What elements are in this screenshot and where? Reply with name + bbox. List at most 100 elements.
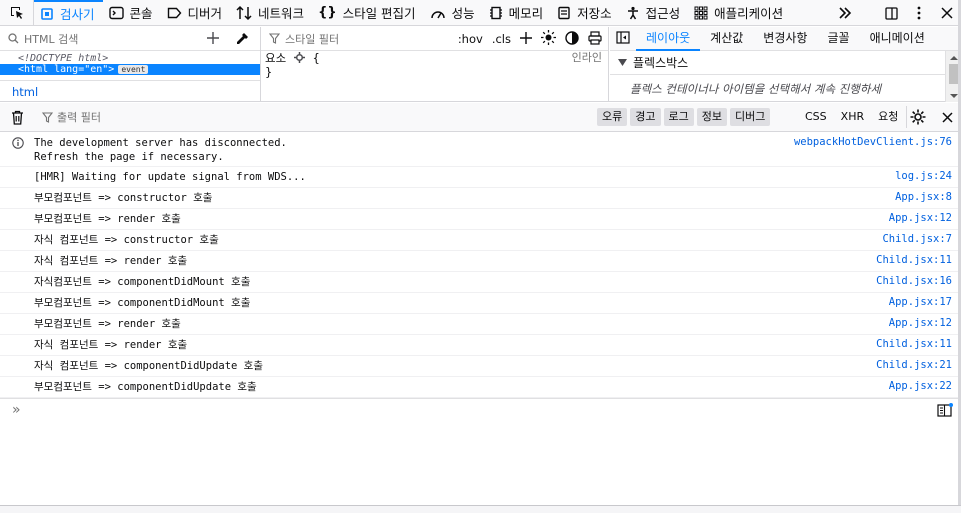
layout-sidebar: 레이아웃 계산값 변경사항 글꼴 애니메이션 플렉스박스 플렉스 컨테이너나 아… — [610, 27, 961, 102]
message-location-link[interactable]: App.jsx:12 — [889, 212, 952, 224]
tab-label: 콘솔 — [129, 6, 153, 21]
filter-debug-button[interactable]: 디버그 — [730, 108, 771, 126]
rule-close-brace: } — [265, 65, 273, 79]
element-rule[interactable]: 요소 { 인라인 — [261, 51, 608, 65]
tab-inspector[interactable]: 검사기 — [34, 0, 103, 26]
add-rule-button[interactable] — [520, 31, 532, 47]
html-search-row: HTML 검색 — [0, 27, 260, 51]
filter-xhr-button[interactable]: XHR — [835, 108, 870, 126]
editor-mode-button[interactable] — [937, 403, 953, 420]
message-text: 부모컴포넌트 => componentDidUpdate 호출 — [34, 381, 257, 393]
message-location-link[interactable]: Child.jsx:11 — [876, 254, 952, 266]
flexbox-section-title: 플렉스박스 — [633, 56, 689, 70]
filter-errors-button[interactable]: 오류 — [597, 108, 628, 126]
message-location-link[interactable]: App.jsx:12 — [889, 317, 952, 329]
message-text: 부모컴포넌트 => constructor 호출 — [34, 192, 213, 204]
message-location-link[interactable]: Child.jsx:21 — [876, 359, 952, 371]
style-editor-icon: {} — [318, 5, 337, 20]
console-settings-button[interactable] — [906, 106, 928, 128]
filter-css-button[interactable]: CSS — [799, 108, 833, 126]
tab-fonts[interactable]: 글꼴 — [817, 27, 859, 51]
clear-console-button[interactable] — [0, 110, 34, 125]
tab-label: 스타일 편집기 — [342, 6, 416, 21]
markup-view: HTML 검색 <!DOCTYPE html> <html lang="en">… — [0, 27, 261, 102]
filter-requests-button[interactable]: 요청 — [872, 108, 904, 126]
contrast-icon — [565, 30, 579, 45]
tab-storage[interactable]: 저장소 — [551, 0, 620, 26]
add-node-button[interactable] — [207, 29, 219, 49]
message-location-link[interactable]: App.jsx:22 — [889, 380, 952, 392]
eyedropper-icon — [237, 33, 248, 44]
console-message: [HMR] Waiting for update signal from WDS… — [0, 167, 961, 188]
element-picker-button[interactable] — [0, 0, 34, 26]
console-filter[interactable]: 출력 필터 — [42, 109, 101, 125]
close-split-console-button[interactable] — [937, 107, 957, 127]
tab-label: 성능 — [451, 6, 475, 21]
dock-icon — [884, 6, 898, 20]
triangle-down-icon — [618, 59, 627, 66]
message-location-link[interactable]: App.jsx:17 — [889, 296, 952, 308]
tab-computed[interactable]: 계산값 — [700, 27, 753, 51]
scrollbar-thumb[interactable] — [949, 64, 958, 84]
rules-filter-input[interactable]: 스타일 필터 — [285, 31, 339, 47]
filter-logs-button[interactable]: 로그 — [663, 108, 694, 126]
element-picker-icon — [10, 6, 23, 19]
tab-memory[interactable]: 메모리 — [483, 0, 552, 26]
toggle-sidebar-button[interactable] — [610, 30, 636, 47]
html-node[interactable]: <html lang="en"> event — [0, 64, 260, 75]
breadcrumb-item-html[interactable]: html — [12, 85, 38, 99]
html-search-input[interactable]: HTML 검색 — [24, 31, 78, 47]
debugger-icon — [167, 7, 181, 18]
console-input-row[interactable]: » — [0, 398, 961, 422]
overflow-tabs-button[interactable] — [831, 0, 859, 26]
flexbox-empty-message: 플렉스 컨테이너나 아이템을 선택해서 계속 진행하세 — [630, 82, 882, 96]
message-text: 부모컴포넌트 => componentDidMount 호출 — [34, 297, 251, 309]
event-badge[interactable]: event — [118, 65, 149, 74]
network-icon — [236, 5, 252, 20]
message-location-link[interactable]: log.js:24 — [895, 170, 952, 182]
editor-mode-icon — [937, 403, 953, 417]
message-location-link[interactable]: App.jsx:8 — [895, 191, 952, 203]
message-text: 자식 컴포넌트 => render 호출 — [34, 255, 188, 267]
dark-theme-button[interactable] — [565, 30, 579, 48]
tab-accessibility[interactable]: 접근성 — [620, 0, 689, 26]
tab-debugger[interactable]: 디버거 — [161, 0, 231, 26]
performance-icon — [430, 10, 445, 18]
console-message: 부모컴포넌트 => componentDidMount 호출 App.jsx:1… — [0, 293, 961, 314]
doctype-node[interactable]: <!DOCTYPE html> — [0, 53, 260, 64]
filter-info-button[interactable]: 정보 — [696, 108, 727, 126]
flexbox-section-header[interactable]: 플렉스박스 — [610, 51, 961, 75]
tab-label: 접근성 — [645, 6, 681, 21]
filter-warnings-button[interactable]: 경고 — [630, 108, 661, 126]
tab-changes[interactable]: 변경사항 — [753, 27, 817, 51]
rule-source[interactable]: 인라인 — [572, 51, 602, 65]
print-simulation-button[interactable] — [588, 30, 602, 48]
tab-console[interactable]: 콘솔 — [103, 0, 161, 26]
light-theme-button[interactable] — [541, 30, 556, 48]
message-location-link[interactable]: Child.jsx:7 — [882, 233, 952, 245]
tab-application[interactable]: 애플리케이션 — [688, 0, 791, 26]
ellipsis-icon — [917, 6, 921, 20]
close-devtools-button[interactable] — [933, 0, 961, 26]
sun-icon — [541, 30, 556, 45]
eyedropper-button[interactable] — [235, 32, 249, 49]
message-location-link[interactable]: Child.jsx:16 — [876, 275, 952, 287]
dock-button[interactable] — [877, 0, 905, 26]
more-options-button[interactable] — [905, 0, 933, 26]
tab-layout[interactable]: 레이아웃 — [636, 27, 701, 51]
message-location-link[interactable]: Child.jsx:11 — [876, 338, 952, 350]
tab-network[interactable]: 네트워크 — [230, 0, 312, 26]
tab-style-editor[interactable]: {} 스타일 편집기 — [312, 0, 424, 26]
cls-button[interactable]: .cls — [492, 32, 511, 46]
message-text: 자식 컴포넌트 => componentDidUpdate 호출 — [34, 360, 263, 372]
tab-animations[interactable]: 애니메이션 — [860, 27, 935, 51]
tab-performance[interactable]: 성능 — [424, 0, 483, 26]
message-location-link[interactable]: webpackHotDevClient.js:76 — [794, 136, 952, 148]
tab-label: 디버거 — [187, 6, 223, 21]
console-message: 부모컴포넌트 => render 호출 App.jsx:12 — [0, 209, 961, 230]
hov-button[interactable]: :hov — [458, 32, 483, 46]
console-message: 자식 컴포넌트 => render 호출 Child.jsx:11 — [0, 251, 961, 272]
gear-icon — [910, 109, 925, 125]
console-filter-input[interactable]: 출력 필터 — [57, 109, 101, 125]
tab-label: 검사기 — [60, 7, 95, 22]
